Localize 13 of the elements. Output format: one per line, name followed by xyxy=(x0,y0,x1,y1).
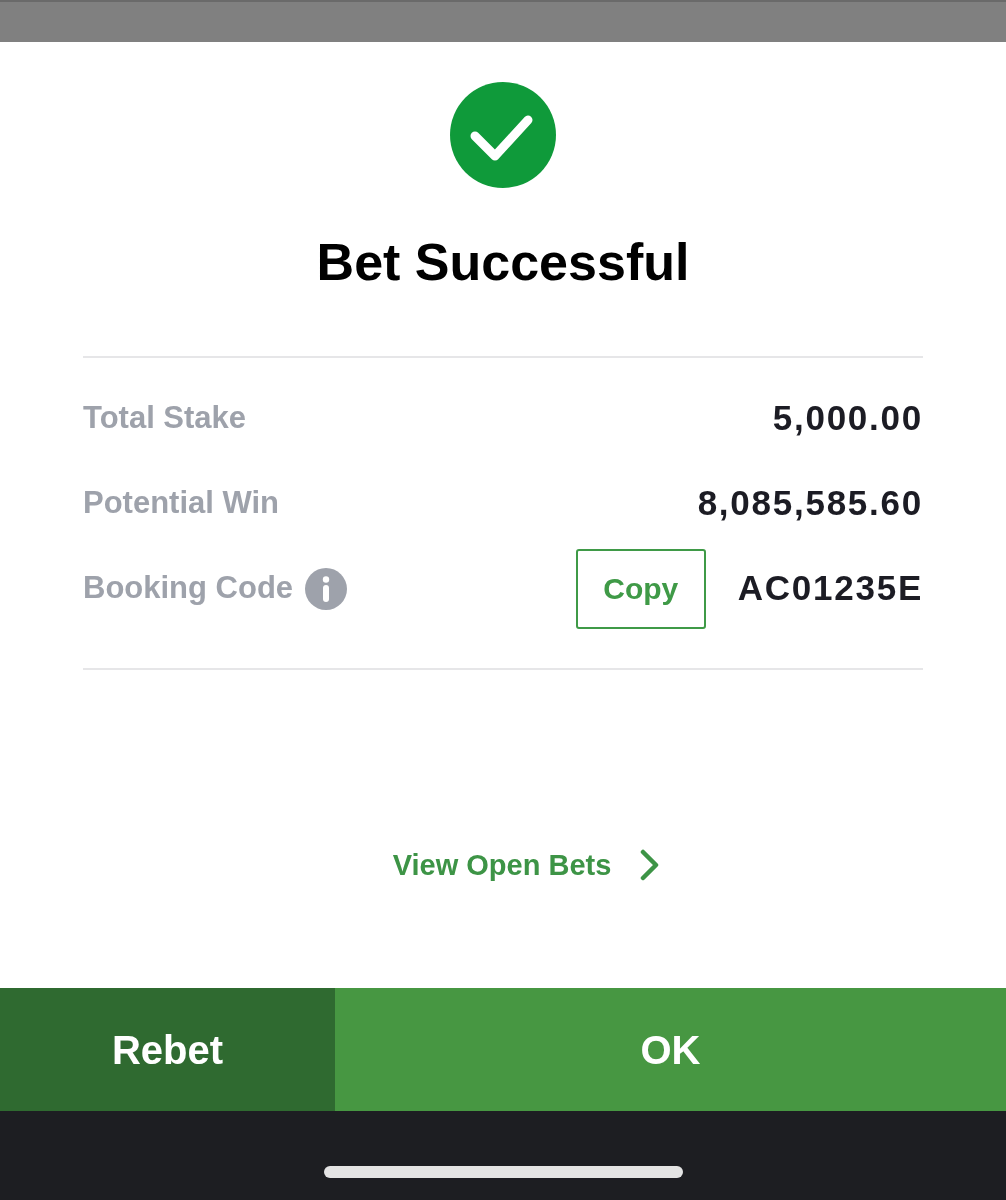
copy-button[interactable]: Copy xyxy=(575,548,706,629)
summary-label: Booking Code xyxy=(83,569,294,608)
action-button[interactable]: Rebet xyxy=(0,988,335,1111)
info-icon[interactable] xyxy=(305,567,348,610)
summary-label: Total Stake xyxy=(83,399,247,438)
summary-value: 5,000.00 xyxy=(772,397,923,440)
success-check-icon xyxy=(450,82,556,188)
view-open-bets-link[interactable]: View Open Bets xyxy=(392,845,612,885)
action-button[interactable]: OK xyxy=(335,988,1006,1111)
summary-label: Potential Win xyxy=(83,484,280,523)
status-title: Bet Successful xyxy=(316,232,690,292)
summary-value: 8,085,585.60 xyxy=(697,482,923,525)
summary-value: AC01235E xyxy=(737,567,923,610)
